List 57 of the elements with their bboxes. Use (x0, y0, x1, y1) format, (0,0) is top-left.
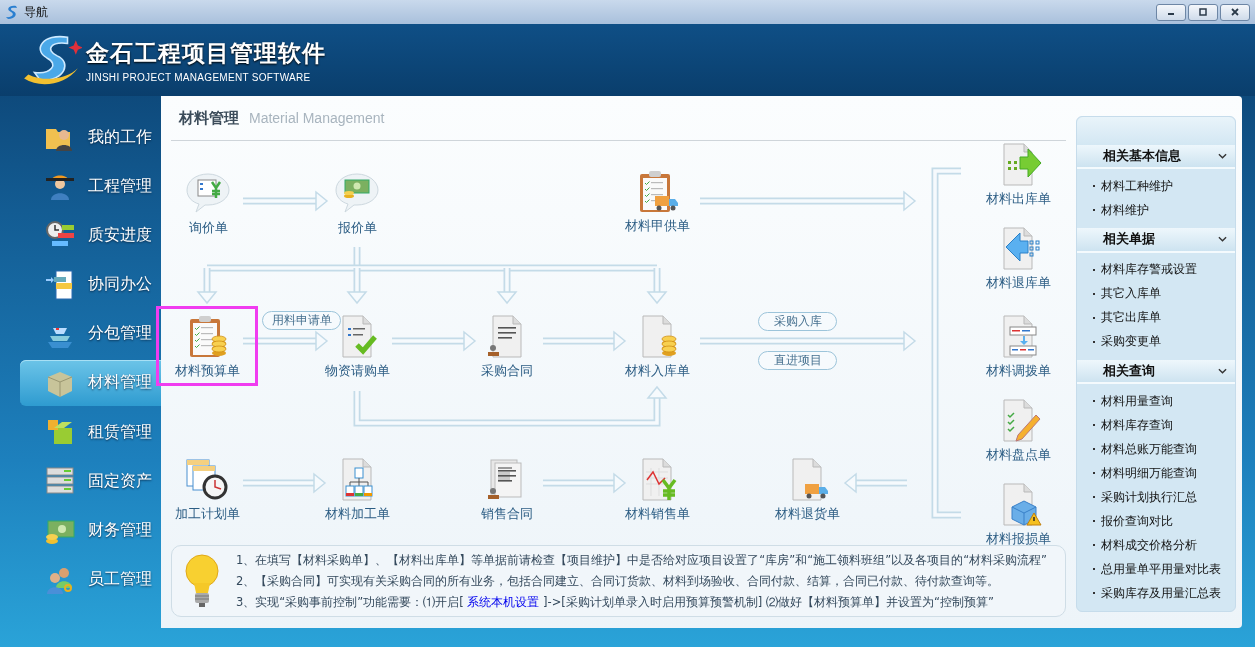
sidebar-link[interactable]: 采购变更单 (1077, 329, 1235, 354)
sidebar-link[interactable]: 材料工种维护 (1077, 174, 1235, 199)
flow-node[interactable]: 材料入库单 (606, 306, 708, 386)
flow-node[interactable]: 材料退库单 (967, 218, 1069, 298)
nav-item[interactable]: 协同办公 (20, 261, 161, 308)
close-icon (1229, 7, 1241, 17)
tip-text: 1、在填写【材料采购单】、【材料出库单】等单据前请检查【项目维护】中是否给对应项目设置了“库房”和“施工领料班组”以及各项目的“材料采购流程” (236, 551, 1048, 569)
app-subtitle: JINSHI PROJECT MANAGEMENT SOFTWARE (86, 71, 312, 83)
section-header[interactable]: 相关基本信息 (1077, 144, 1235, 170)
flow-tag[interactable]: 直进项目 (758, 351, 837, 370)
flow-node[interactable]: 采购合同 (456, 306, 558, 386)
flow-arrow (646, 268, 668, 305)
flow-arrow (496, 268, 518, 305)
window-title: 导航 (24, 3, 48, 21)
sidebar-link[interactable]: 材料用量查询 (1077, 389, 1235, 413)
lightbulb-icon (182, 553, 222, 609)
maximize-icon (1197, 7, 1209, 17)
sidebar-link[interactable]: 材料成交价格分析 (1077, 533, 1235, 557)
flow-arrow (196, 268, 218, 305)
flow-arrow (346, 268, 368, 305)
tip-text: 3、实现“采购事前控制”功能需要：⑴开启[ 系统本机设置 ]->[采购计划单录入时启用预算预警机制] ⑵做好【材料预算单】并设置为“控制预算” (236, 593, 995, 611)
nav-item[interactable]: 我的工作 (20, 114, 161, 160)
sidebar-link[interactable]: 报价查询对比 (1077, 509, 1235, 533)
flow-node[interactable]: 材料调拨单 (967, 306, 1069, 386)
section-header[interactable]: 相关查询 (1077, 359, 1235, 384)
flow-node[interactable]: 报价单 (306, 163, 408, 243)
flow-node[interactable]: 材料加工单 (306, 449, 408, 529)
sidebar-link[interactable]: 其它入库单 (1077, 281, 1235, 306)
minimize-button[interactable] (1156, 3, 1186, 21)
section-header[interactable]: 相关单据 (1077, 228, 1235, 253)
flow-node[interactable]: 材料预算单 (156, 306, 258, 386)
close-button[interactable] (1220, 3, 1250, 21)
flow-node[interactable]: 材料甲供单 (606, 161, 708, 241)
app-logo-icon (4, 4, 20, 20)
flow-arrow (843, 472, 907, 494)
sidebar-link[interactable]: 采购库存及用量汇总表 (1077, 581, 1235, 605)
layout-icon (44, 268, 76, 301)
sidebar-link[interactable]: 总用量单平用量对比表 (1077, 557, 1235, 581)
flow-node[interactable]: 销售合同 (456, 449, 558, 529)
tip-text: 2、【采购合同】可实现有关采购合同的所有业务，包括合同建立、合同订货款、材料到场验收、合同付款、结算，合同已付款、待付款查询等。 (236, 572, 1001, 590)
sidebar-link[interactable]: 材料库存警戒设置 (1077, 257, 1235, 282)
panel-subtitle: Material Management (249, 110, 385, 126)
flow-node[interactable]: 材料出库单 (967, 134, 1069, 214)
app-title: 金石工程项目管理软件 (86, 38, 326, 68)
sidebar-link[interactable]: 材料明细万能查询 (1077, 461, 1235, 485)
sidebar-link[interactable]: 采购计划执行汇总 (1077, 485, 1235, 509)
settings-link[interactable]: 系统本机设置 (467, 594, 540, 609)
sidebar-link[interactable]: 材料维护 (1077, 198, 1235, 223)
flow-node[interactable]: 材料盘点单 (967, 390, 1069, 470)
flow-node[interactable]: 材料销售单 (606, 449, 708, 529)
maximize-button[interactable] (1188, 3, 1218, 21)
panel-title: 材料管理 (179, 108, 239, 128)
flow-tag[interactable]: 采购入库 (758, 312, 837, 331)
sidebar-link[interactable]: 材料库存查询 (1077, 413, 1235, 437)
flow-node[interactable]: 材料退货单 (756, 449, 858, 529)
sidebar-link[interactable]: 其它出库单 (1077, 305, 1235, 330)
sidebar-link[interactable]: 材料总账万能查询 (1077, 437, 1235, 461)
